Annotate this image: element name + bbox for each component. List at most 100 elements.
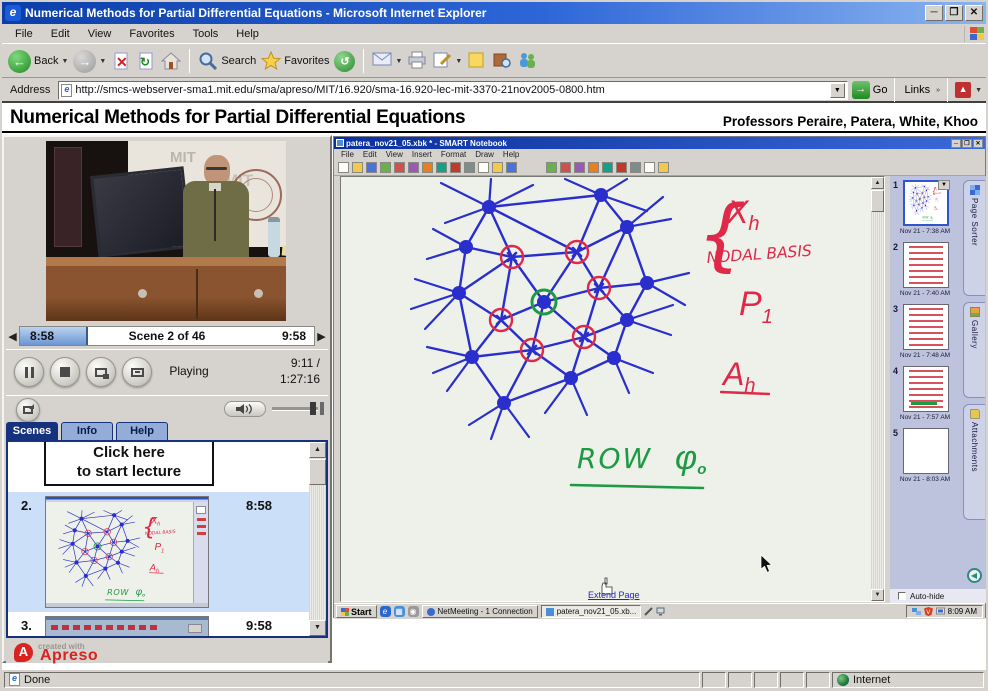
nb-menu-view[interactable]: View bbox=[382, 150, 407, 159]
mute-button[interactable] bbox=[224, 401, 266, 417]
scroll-up-button[interactable]: ▲ bbox=[309, 442, 326, 458]
taskbar-netmeeting[interactable]: NetMeeting - 1 Connection bbox=[422, 605, 538, 618]
fill-color-icon[interactable] bbox=[630, 162, 641, 173]
back-button[interactable]: ← Back▼ bbox=[8, 50, 68, 73]
nb-menu-format[interactable]: Format bbox=[437, 150, 470, 159]
quicklaunch-desktop-icon[interactable]: ▦ bbox=[394, 606, 405, 617]
print-button[interactable] bbox=[407, 51, 427, 71]
layout-button[interactable] bbox=[86, 357, 116, 387]
pause-button[interactable] bbox=[14, 357, 44, 387]
page-thumb-4[interactable]: 4 Nov 21 - 7:57 AM bbox=[890, 364, 960, 426]
open-icon[interactable] bbox=[352, 162, 363, 173]
paste-icon[interactable] bbox=[380, 162, 391, 173]
scene-3-thumbnail[interactable] bbox=[45, 616, 209, 638]
wb-scroll-thumb[interactable] bbox=[871, 190, 884, 212]
tab-page-sorter[interactable]: Page Sorter bbox=[963, 180, 985, 296]
scrollbar-thumb[interactable] bbox=[309, 459, 326, 485]
taskbar-notebook[interactable]: patera_nov21_05.xb... bbox=[541, 605, 642, 618]
new-page-icon[interactable] bbox=[338, 162, 349, 173]
stop-button[interactable]: ✕ bbox=[111, 51, 131, 71]
quicklaunch-ie-icon[interactable]: e bbox=[380, 606, 391, 617]
pen-tool-tray-icon[interactable] bbox=[644, 607, 653, 616]
scene-progress-bar[interactable]: 8:58 Scene 2 of 46 9:58 bbox=[19, 326, 315, 346]
line-icon[interactable] bbox=[602, 162, 613, 173]
scene-2-thumbnail[interactable] bbox=[45, 496, 209, 608]
popout-button[interactable] bbox=[16, 398, 40, 422]
tab-info[interactable]: Info bbox=[61, 422, 113, 440]
menu-favorites[interactable]: Favorites bbox=[120, 26, 183, 42]
video-frame[interactable]: MIT MIT MIT MassachusettsInstitute ofTec… bbox=[46, 141, 286, 321]
display-tray-icon[interactable] bbox=[656, 607, 665, 616]
title-bar[interactable]: e Numerical Methods for Partial Differen… bbox=[2, 2, 986, 24]
wb-scroll-down[interactable]: ▼ bbox=[871, 589, 884, 601]
menu-file[interactable]: File bbox=[6, 26, 42, 42]
refresh-button[interactable]: ↻ bbox=[136, 51, 156, 71]
nb-menu-file[interactable]: File bbox=[337, 150, 358, 159]
links-label[interactable]: Links bbox=[902, 84, 932, 96]
edit-button[interactable]: ▼ bbox=[432, 51, 462, 71]
address-input[interactable]: http://smcs-webserver-sma1.mit.edu/sma/a… bbox=[58, 81, 847, 100]
discuss-button[interactable] bbox=[467, 51, 487, 71]
whiteboard-scrollbar[interactable]: ▲ ▼ bbox=[871, 177, 884, 601]
start-button[interactable]: Start bbox=[336, 605, 377, 618]
text-icon[interactable] bbox=[644, 162, 655, 173]
menu-edit[interactable]: Edit bbox=[42, 26, 79, 42]
screen-capture-icon[interactable] bbox=[394, 162, 405, 173]
auto-hide-control[interactable]: Auto-hide bbox=[890, 589, 987, 603]
antivirus-tray-icon[interactable]: V bbox=[924, 607, 933, 616]
scene-item-1[interactable]: Click here to start lecture bbox=[8, 442, 309, 492]
page-thumb-2[interactable]: 2 Nov 21 - 7:40 AM bbox=[890, 240, 960, 302]
area-capture-icon[interactable] bbox=[478, 162, 489, 173]
save-icon[interactable] bbox=[366, 162, 377, 173]
volume-tray-icon[interactable] bbox=[936, 607, 945, 616]
insert-gallery-item-icon[interactable] bbox=[464, 162, 475, 173]
home-button[interactable] bbox=[161, 51, 181, 71]
scene-item-2-selected[interactable]: 2. 8:58 bbox=[8, 492, 309, 612]
search-button[interactable]: Search bbox=[198, 51, 256, 71]
page-thumb-5[interactable]: 5 Nov 21 - 8:03 AM bbox=[890, 426, 960, 488]
scene-item-3[interactable]: 3. 9:58 bbox=[8, 612, 309, 638]
page-2-thumbnail[interactable] bbox=[903, 242, 949, 288]
redo-icon[interactable] bbox=[422, 162, 433, 173]
menu-view[interactable]: View bbox=[79, 26, 121, 42]
highlighter-icon[interactable] bbox=[588, 162, 599, 173]
creative-pen-icon[interactable] bbox=[574, 162, 585, 173]
research-button[interactable] bbox=[492, 51, 512, 71]
tab-scenes[interactable]: Scenes bbox=[6, 422, 58, 440]
delete-icon[interactable] bbox=[436, 162, 447, 173]
nb-minimize-button[interactable]: ─ bbox=[951, 139, 961, 148]
favorites-button[interactable]: Favorites bbox=[261, 51, 329, 71]
volume-thumb[interactable] bbox=[310, 402, 316, 415]
quicklaunch-media-icon[interactable]: ◉ bbox=[408, 606, 419, 617]
select-icon[interactable] bbox=[546, 162, 557, 173]
pen-icon[interactable] bbox=[560, 162, 571, 173]
tab-help[interactable]: Help bbox=[116, 422, 168, 440]
scene-list-scrollbar[interactable]: ▲ ▼ bbox=[309, 442, 326, 636]
forward-button[interactable]: →▼ bbox=[73, 50, 106, 73]
scroll-down-button[interactable]: ▼ bbox=[309, 620, 326, 636]
nb-menu-insert[interactable]: Insert bbox=[408, 150, 436, 159]
mail-button[interactable]: ▼ bbox=[372, 51, 402, 71]
undo-icon[interactable] bbox=[408, 162, 419, 173]
address-dropdown[interactable]: ▼ bbox=[830, 83, 845, 98]
extend-page-link[interactable]: Extend Page bbox=[588, 590, 640, 600]
menu-tools[interactable]: Tools bbox=[184, 26, 228, 42]
page-4-thumbnail[interactable] bbox=[903, 366, 949, 412]
transparent-view-icon[interactable] bbox=[506, 162, 517, 173]
properties-icon[interactable] bbox=[658, 162, 669, 173]
nb-restore-button[interactable]: ❐ bbox=[962, 139, 972, 148]
shape-icon[interactable] bbox=[616, 162, 627, 173]
next-scene-button[interactable]: ▶ bbox=[315, 330, 328, 343]
auto-hide-checkbox[interactable] bbox=[898, 592, 906, 600]
history-button[interactable]: ↺ bbox=[334, 51, 355, 72]
insert-blank-page-icon[interactable] bbox=[450, 162, 461, 173]
nb-menu-help[interactable]: Help bbox=[499, 150, 523, 159]
video-player-icon[interactable] bbox=[492, 162, 503, 173]
minimize-button[interactable]: ─ bbox=[925, 5, 943, 21]
page-5-thumbnail[interactable] bbox=[903, 428, 949, 474]
tab-attachments[interactable]: Attachments bbox=[963, 404, 985, 520]
menu-help[interactable]: Help bbox=[227, 26, 268, 42]
prev-scene-button[interactable]: ◀ bbox=[6, 330, 19, 343]
nb-menu-draw[interactable]: Draw bbox=[471, 150, 498, 159]
wb-scroll-up[interactable]: ▲ bbox=[871, 177, 884, 189]
